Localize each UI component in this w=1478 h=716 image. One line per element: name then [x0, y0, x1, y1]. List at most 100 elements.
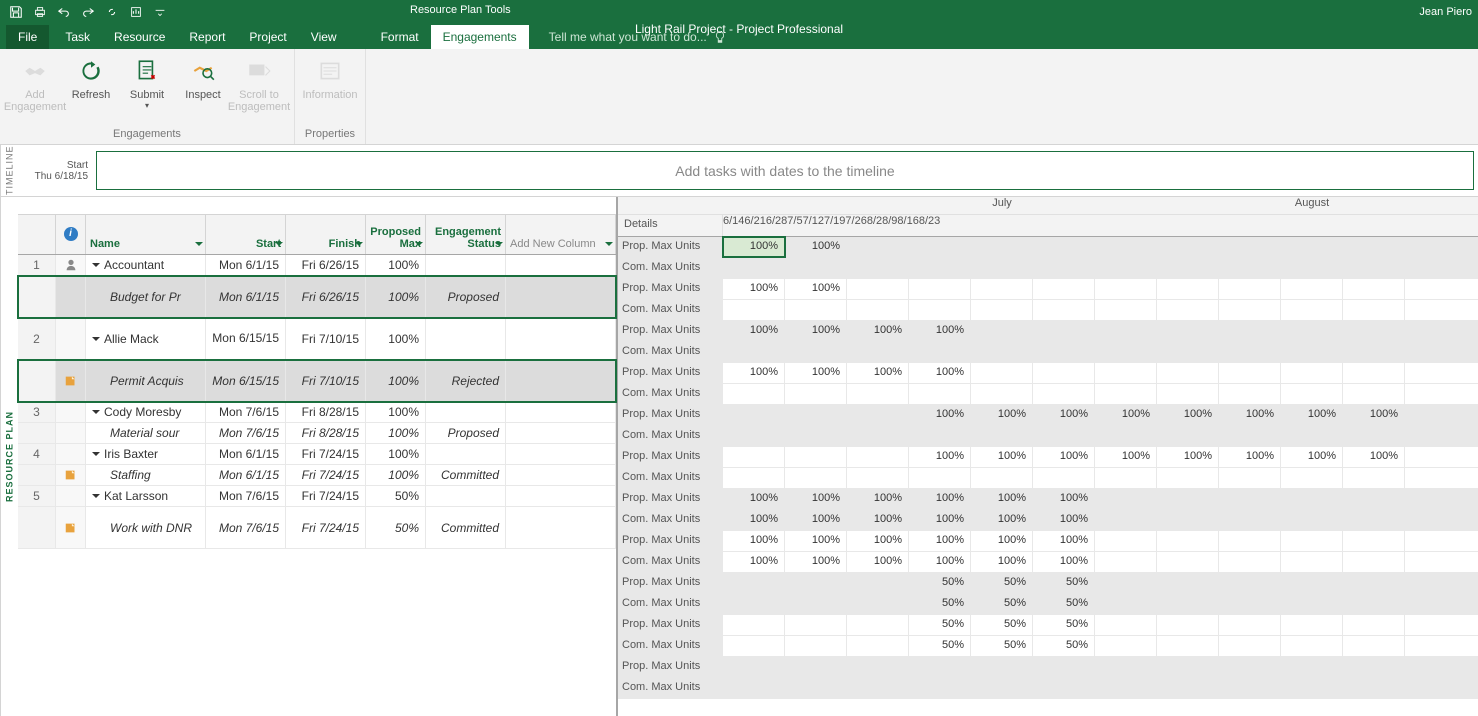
tab-view[interactable]: View	[299, 25, 349, 49]
data-cell[interactable]	[847, 447, 909, 467]
timephased-row[interactable]: Prop. Max Units100%100%100%100%100%100%	[618, 489, 1478, 510]
data-cell[interactable]	[1095, 342, 1157, 362]
redo-icon[interactable]	[78, 2, 98, 22]
timephased-row[interactable]: Com. Max Units	[618, 468, 1478, 489]
data-cell[interactable]	[1095, 657, 1157, 677]
data-cell[interactable]	[1157, 258, 1219, 278]
data-cell[interactable]	[723, 657, 785, 677]
cell-finish[interactable]: Fri 7/24/15	[286, 507, 366, 548]
data-cell[interactable]	[1033, 300, 1095, 320]
cell-status[interactable]: Rejected	[426, 360, 506, 401]
data-cell[interactable]: 100%	[785, 489, 847, 509]
data-cell[interactable]	[723, 678, 785, 698]
submit-button[interactable]: Submit ▾	[120, 53, 174, 126]
cell-max[interactable]: 100%	[366, 318, 426, 359]
data-cell[interactable]	[1095, 552, 1157, 572]
data-cell[interactable]	[785, 573, 847, 593]
data-cell[interactable]	[723, 468, 785, 488]
data-cell[interactable]: 100%	[909, 489, 971, 509]
data-cell[interactable]	[1219, 363, 1281, 383]
table-row[interactable]: Permit AcquisMon 6/15/15Fri 7/10/15100%R…	[18, 360, 616, 402]
data-cell[interactable]: 50%	[971, 615, 1033, 635]
col-proposed-max[interactable]: Proposed Max	[366, 215, 426, 254]
data-cell[interactable]	[1033, 237, 1095, 257]
data-cell[interactable]	[1343, 237, 1405, 257]
cell-add[interactable]	[506, 486, 616, 506]
data-cell[interactable]	[1343, 615, 1405, 635]
data-cell[interactable]	[1343, 363, 1405, 383]
data-cell[interactable]: 50%	[971, 594, 1033, 614]
data-cell[interactable]	[1343, 678, 1405, 698]
inspect-button[interactable]: Inspect	[176, 53, 230, 126]
data-cell[interactable]	[1095, 678, 1157, 698]
cell-start[interactable]: Mon 6/15/15	[206, 318, 286, 359]
data-cell[interactable]	[1219, 531, 1281, 551]
data-cell[interactable]	[1157, 636, 1219, 656]
cell-finish[interactable]: Fri 8/28/15	[286, 423, 366, 443]
data-cell[interactable]: 100%	[723, 279, 785, 299]
data-cell[interactable]: 100%	[723, 510, 785, 530]
cell-start[interactable]: Mon 7/6/15	[206, 507, 286, 548]
data-cell[interactable]	[1219, 342, 1281, 362]
timephased-row[interactable]: Com. Max Units50%50%50%	[618, 594, 1478, 615]
data-cell[interactable]: 100%	[785, 237, 847, 257]
data-cell[interactable]	[1157, 342, 1219, 362]
timephased-row[interactable]: Com. Max Units	[618, 342, 1478, 363]
table-row[interactable]: StaffingMon 6/1/15Fri 7/24/15100%Committ…	[18, 465, 616, 486]
data-cell[interactable]	[1095, 468, 1157, 488]
row-number[interactable]	[18, 360, 56, 401]
save-icon[interactable]	[6, 2, 26, 22]
data-cell[interactable]	[1157, 615, 1219, 635]
data-cell[interactable]	[1281, 678, 1343, 698]
cell-start[interactable]: Mon 7/6/15	[206, 423, 286, 443]
data-cell[interactable]	[785, 342, 847, 362]
data-cell[interactable]	[1157, 510, 1219, 530]
cell-finish[interactable]: Fri 7/10/15	[286, 318, 366, 359]
data-cell[interactable]	[1281, 468, 1343, 488]
data-cell[interactable]: 100%	[1157, 447, 1219, 467]
timephased-row[interactable]: Prop. Max Units100%100%100%100%100%100%1…	[618, 447, 1478, 468]
data-cell[interactable]	[1157, 300, 1219, 320]
data-cell[interactable]: 100%	[847, 321, 909, 341]
data-cell[interactable]	[1281, 258, 1343, 278]
cell-status[interactable]	[426, 402, 506, 422]
data-cell[interactable]	[971, 468, 1033, 488]
data-cell[interactable]	[1219, 237, 1281, 257]
data-cell[interactable]	[1281, 489, 1343, 509]
cell-max[interactable]: 100%	[366, 465, 426, 485]
cell-finish[interactable]: Fri 7/10/15	[286, 360, 366, 401]
cell-max[interactable]: 50%	[366, 507, 426, 548]
data-cell[interactable]	[723, 447, 785, 467]
data-cell[interactable]	[971, 426, 1033, 446]
data-cell[interactable]	[1157, 363, 1219, 383]
week-header[interactable]: 8/16	[897, 215, 918, 236]
timephased-row[interactable]: Prop. Max Units50%50%50%	[618, 615, 1478, 636]
data-cell[interactable]	[1281, 342, 1343, 362]
data-cell[interactable]	[1219, 510, 1281, 530]
data-cell[interactable]	[847, 594, 909, 614]
cell-finish[interactable]: Fri 7/24/15	[286, 444, 366, 464]
cell-max[interactable]: 100%	[366, 444, 426, 464]
cell-max[interactable]: 100%	[366, 255, 426, 275]
week-header[interactable]: 8/23	[919, 215, 940, 236]
data-cell[interactable]	[909, 657, 971, 677]
data-cell[interactable]	[1157, 678, 1219, 698]
data-cell[interactable]	[971, 363, 1033, 383]
table-row[interactable]: 5Kat LarssonMon 7/6/15Fri 7/24/1550%	[18, 486, 616, 507]
data-cell[interactable]	[1033, 468, 1095, 488]
data-cell[interactable]: 100%	[909, 510, 971, 530]
data-cell[interactable]	[1033, 426, 1095, 446]
data-cell[interactable]: 50%	[971, 573, 1033, 593]
data-cell[interactable]	[723, 615, 785, 635]
data-cell[interactable]	[1095, 615, 1157, 635]
data-cell[interactable]: 100%	[1281, 447, 1343, 467]
cell-max[interactable]: 100%	[366, 360, 426, 401]
data-cell[interactable]	[1033, 258, 1095, 278]
data-cell[interactable]	[971, 321, 1033, 341]
data-cell[interactable]	[1095, 573, 1157, 593]
data-cell[interactable]: 100%	[909, 447, 971, 467]
data-cell[interactable]: 100%	[971, 447, 1033, 467]
timeline-bar[interactable]: Add tasks with dates to the timeline	[96, 151, 1474, 190]
cell-max[interactable]: 100%	[366, 423, 426, 443]
data-cell[interactable]	[1343, 489, 1405, 509]
